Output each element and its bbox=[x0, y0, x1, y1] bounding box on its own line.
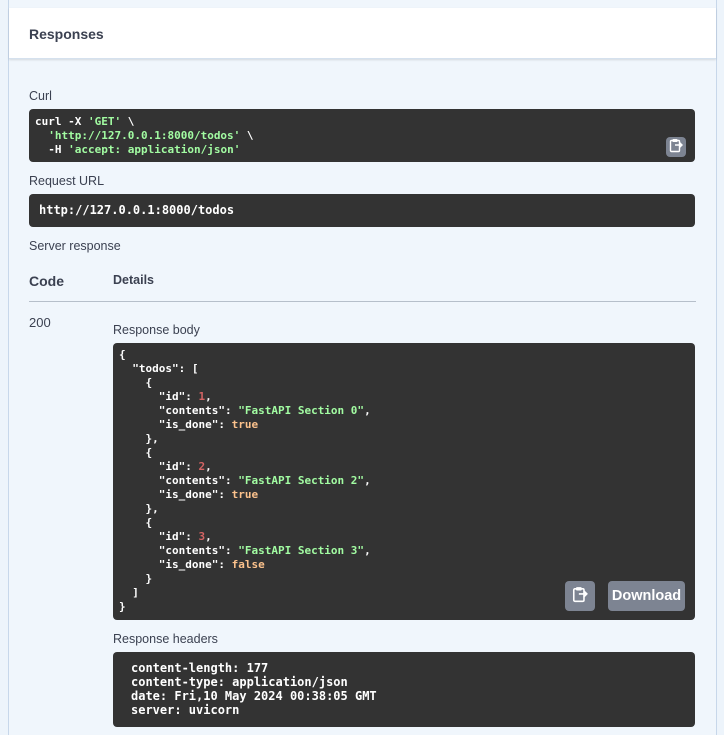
responses-header: Responses bbox=[9, 8, 716, 59]
json-boolean: false bbox=[231, 558, 265, 571]
curl-code-block[interactable]: curl -X 'GET' \ 'http://127.0.0.1:8000/t… bbox=[29, 109, 695, 162]
response-headers-block[interactable]: content-length: 177 content-type: applic… bbox=[113, 652, 695, 727]
response-body-block[interactable]: { "todos": [ { "id": 1, "contents": "Fas… bbox=[113, 343, 695, 620]
curl-string: 'http://127.0.0.1:8000/todos' bbox=[48, 129, 241, 142]
copy-curl-button[interactable] bbox=[666, 137, 686, 157]
responses-panel: Responses Curl curl -X 'GET' \ 'http://1… bbox=[8, 0, 717, 735]
request-url-value: http://127.0.0.1:8000/todos bbox=[39, 203, 235, 217]
json-string: "FastAPI Section 0" bbox=[238, 404, 365, 417]
curl-string: 'GET' bbox=[87, 115, 122, 128]
response-body-label: Response body bbox=[113, 323, 200, 337]
clipboard-icon bbox=[572, 586, 588, 607]
curl-command: curl -X 'GET' \ 'http://127.0.0.1:8000/t… bbox=[35, 115, 254, 156]
copy-response-button[interactable] bbox=[565, 581, 595, 611]
json-boolean: true bbox=[231, 418, 259, 431]
server-response-label: Server response bbox=[29, 239, 121, 253]
responses-title: Responses bbox=[29, 26, 104, 42]
clipboard-icon bbox=[669, 138, 683, 157]
response-status-code: 200 bbox=[29, 315, 51, 330]
curl-label: Curl bbox=[29, 89, 52, 103]
json-boolean: true bbox=[231, 488, 259, 501]
download-button[interactable]: Download bbox=[608, 581, 685, 611]
curl-string: 'accept: application/json' bbox=[68, 143, 241, 156]
response-headers-label: Response headers bbox=[113, 632, 218, 646]
code-column-header: Code bbox=[29, 273, 64, 289]
request-url-block[interactable]: http://127.0.0.1:8000/todos bbox=[29, 194, 695, 227]
json-string: "FastAPI Section 2" bbox=[238, 474, 365, 487]
response-headers-text: content-length: 177 content-type: applic… bbox=[131, 661, 377, 717]
table-divider bbox=[29, 301, 696, 302]
json-string: "FastAPI Section 3" bbox=[238, 544, 365, 557]
details-column-header: Details bbox=[113, 273, 154, 287]
request-url-label: Request URL bbox=[29, 174, 105, 188]
response-body-json: { "todos": [ { "id": 1, "contents": "Fas… bbox=[119, 348, 371, 613]
